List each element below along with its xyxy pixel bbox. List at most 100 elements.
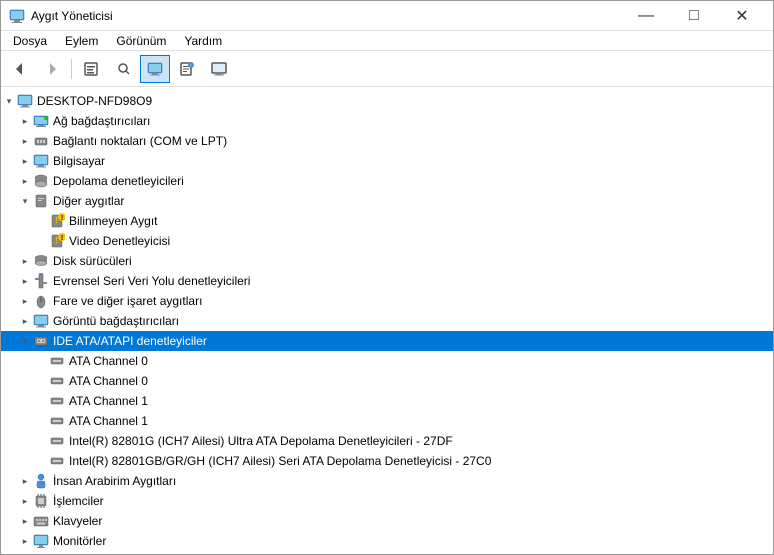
tree-item-sound-io[interactable]: ▸Ses girişleri ve çıkışları (1, 551, 773, 554)
item-label: ATA Channel 0 (69, 374, 148, 388)
item-label: ATA Channel 1 (69, 414, 148, 428)
item-icon-computer (17, 93, 33, 109)
tree-item-intel2[interactable]: Intel(R) 82801GB/GR/GH (ICH7 Ailesi) Ser… (1, 451, 773, 471)
tree-item-unknown-device[interactable]: !! Bilinmeyen Aygıt (1, 211, 773, 231)
item-label: Görüntü bağdaştırıcıları (53, 314, 179, 328)
title-bar: Aygıt Yöneticisi — □ ✕ (1, 1, 773, 31)
item-label: Monitörler (53, 534, 106, 548)
back-icon (12, 61, 28, 77)
tree-item-disk-drives[interactable]: ▸ Disk sürücüleri (1, 251, 773, 271)
item-icon-ata (49, 413, 65, 429)
expand-btn[interactable]: ▸ (17, 553, 33, 554)
expand-btn[interactable]: ▸ (17, 113, 33, 129)
item-icon-disk (33, 253, 49, 269)
expand-btn[interactable]: ▾ (17, 333, 33, 349)
item-label: Video Denetleyicisi (69, 234, 170, 248)
scan-icon (115, 61, 131, 77)
menu-eylem[interactable]: Eylem (57, 32, 106, 50)
tree-item-monitors[interactable]: ▸ Monitörler (1, 531, 773, 551)
menu-yardim[interactable]: Yardım (176, 32, 230, 50)
tree-item-keyboards[interactable]: ▸ Klavyeler (1, 511, 773, 531)
tree-item-computer[interactable]: ▸ Bilgisayar (1, 151, 773, 171)
expand-btn[interactable]: ▾ (17, 193, 33, 209)
item-icon-network (33, 113, 49, 129)
item-label: Evrensel Seri Veri Yolu denetleyicileri (53, 274, 250, 288)
menu-dosya[interactable]: Dosya (5, 32, 55, 50)
tree-item-serial-bus[interactable]: ▸ Evrensel Seri Veri Yolu denetleyicileri (1, 271, 773, 291)
tree-item-ide[interactable]: ▾ IDE ATA/ATAPI denetleyiciler (1, 331, 773, 351)
item-label: Bağlantı noktaları (COM ve LPT) (53, 134, 227, 148)
tree-item-display[interactable]: ▸ Görüntü bağdaştırıcıları (1, 311, 773, 331)
item-icon-storage (33, 173, 49, 189)
forward-button[interactable] (37, 55, 67, 83)
expand-btn[interactable]: ▸ (17, 253, 33, 269)
expand-btn[interactable]: ▸ (17, 473, 33, 489)
item-icon-ata (49, 353, 65, 369)
maximize-button[interactable]: □ (671, 1, 717, 31)
title-controls: — □ ✕ (623, 1, 765, 31)
item-icon-warning: !! (49, 233, 65, 249)
item-icon-ata (49, 433, 65, 449)
tree-item-root[interactable]: ▾DESKTOP-NFD98O9 (1, 91, 773, 111)
tree-item-network[interactable]: ▸ Ağ bağdaştırıcıları (1, 111, 773, 131)
item-label: Klavyeler (53, 514, 102, 528)
expand-btn[interactable]: ▸ (17, 173, 33, 189)
expand-btn[interactable]: ▸ (17, 493, 33, 509)
tree-item-storage-ctrl[interactable]: ▸ Depolama denetleyicileri (1, 171, 773, 191)
item-label: Bilgisayar (53, 154, 105, 168)
item-icon-ports (33, 133, 49, 149)
item-label: Fare ve diğer işaret aygıtları (53, 294, 202, 308)
properties-icon (83, 61, 99, 77)
item-label: Depolama denetleyicileri (53, 174, 184, 188)
item-icon-other (33, 193, 49, 209)
toolbar-btn-7[interactable] (204, 55, 234, 83)
item-label: Intel(R) 82801GB/GR/GH (ICH7 Ailesi) Ser… (69, 454, 491, 468)
item-icon-display (33, 313, 49, 329)
toolbar-btn-4[interactable] (108, 55, 138, 83)
expand-btn[interactable]: ▸ (17, 533, 33, 549)
item-icon-ata (49, 373, 65, 389)
expand-btn[interactable]: ▸ (17, 293, 33, 309)
item-icon-human (33, 473, 49, 489)
svg-text:!: ! (61, 215, 63, 222)
item-label: Ağ bağdaştırıcıları (53, 114, 150, 128)
expand-btn[interactable]: ▸ (17, 313, 33, 329)
toolbar-btn-5[interactable] (140, 55, 170, 83)
item-icon-mouse (33, 293, 49, 309)
tree-item-human-interface[interactable]: ▸İnsan Arabirim Aygıtları (1, 471, 773, 491)
minimize-button[interactable]: — (623, 1, 669, 31)
item-icon-warning: !! (49, 213, 65, 229)
separator-1 (71, 59, 72, 79)
item-label: Intel(R) 82801G (ICH7 Ailesi) Ultra ATA … (69, 434, 453, 448)
menu-gorunum[interactable]: Görünüm (108, 32, 174, 50)
back-button[interactable] (5, 55, 35, 83)
expand-btn[interactable]: ▸ (17, 133, 33, 149)
tree-view[interactable]: ▾DESKTOP-NFD98O9 ▸ Ağ bağdaştırıcıları ▸ Bağ… (1, 87, 773, 554)
item-label: IDE ATA/ATAPI denetleyiciler (53, 334, 207, 348)
tree-item-video-controller[interactable]: !! Video Denetleyicisi (1, 231, 773, 251)
tree-item-ata1[interactable]: ATA Channel 0 (1, 371, 773, 391)
item-icon-ata (49, 393, 65, 409)
tree-item-com-lpt[interactable]: ▸ Bağlantı noktaları (COM ve LPT) (1, 131, 773, 151)
tree-item-mouse[interactable]: ▸ Fare ve diğer işaret aygıtları (1, 291, 773, 311)
item-icon-processor (33, 493, 49, 509)
tree-item-other-devices[interactable]: ▾ Diğer aygıtlar (1, 191, 773, 211)
window-title: Aygıt Yöneticisi (31, 9, 113, 23)
expand-btn[interactable]: ▾ (1, 93, 17, 109)
tree-item-ata0[interactable]: ATA Channel 0 (1, 351, 773, 371)
item-icon-ata (49, 453, 65, 469)
item-label: Disk sürücüleri (53, 254, 132, 268)
tree-item-ata3[interactable]: ATA Channel 1 (1, 411, 773, 431)
toolbar-btn-3[interactable] (76, 55, 106, 83)
tree-item-ata2[interactable]: ATA Channel 1 (1, 391, 773, 411)
window-icon (9, 8, 25, 24)
expand-btn[interactable]: ▸ (17, 153, 33, 169)
expand-btn[interactable]: ▸ (17, 513, 33, 529)
item-label: Bilinmeyen Aygıt (69, 214, 158, 228)
expand-btn[interactable]: ▸ (17, 273, 33, 289)
item-label: Diğer aygıtlar (53, 194, 124, 208)
tree-item-processors[interactable]: ▸İşlemciler (1, 491, 773, 511)
tree-item-intel1[interactable]: Intel(R) 82801G (ICH7 Ailesi) Ultra ATA … (1, 431, 773, 451)
close-button[interactable]: ✕ (719, 1, 765, 31)
toolbar-btn-6[interactable]: ↑ (172, 55, 202, 83)
